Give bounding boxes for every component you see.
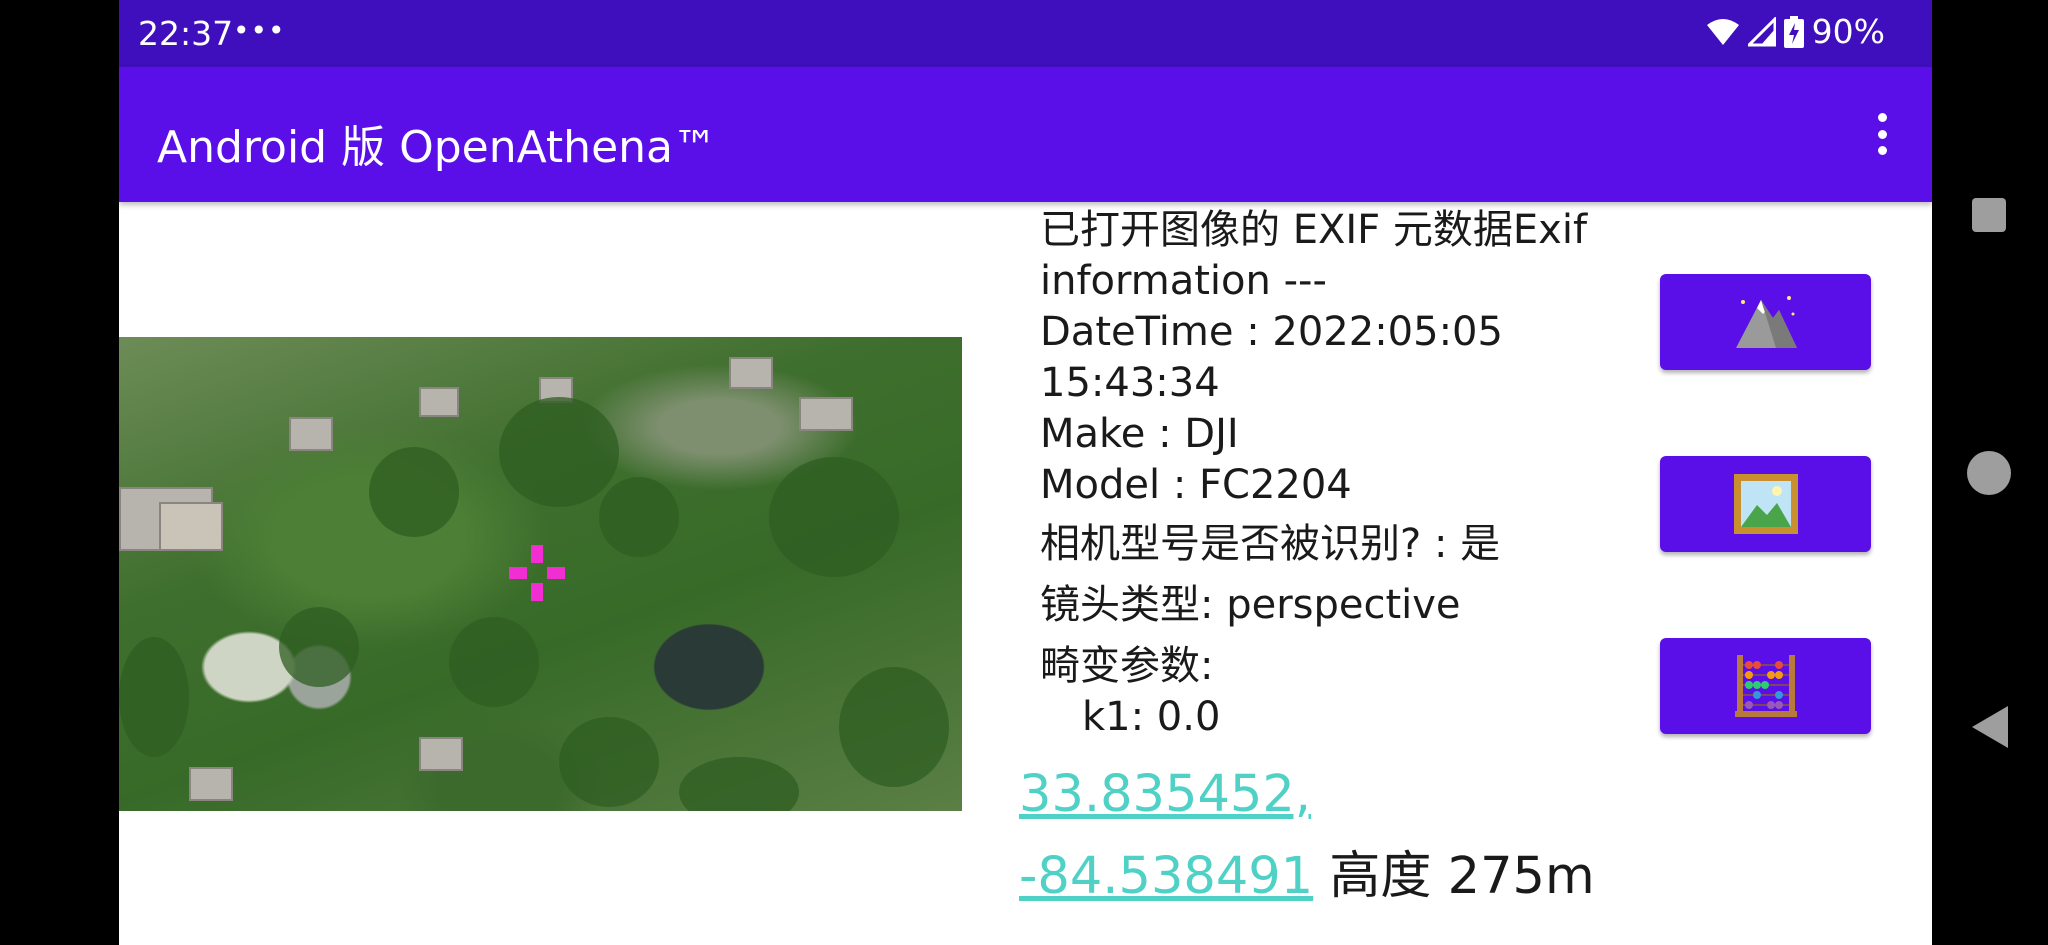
elevation-model-button[interactable] [1660, 274, 1871, 370]
calculate-button[interactable] [1660, 638, 1871, 734]
cell-signal-icon [1747, 16, 1776, 46]
status-icons: 90% [1706, 12, 1885, 51]
mountain-icon [1735, 296, 1797, 348]
app-title: Android 版 OpenAthena™ [157, 122, 717, 173]
app-bar: Android 版 OpenAthena™ [119, 67, 1932, 202]
house [729, 357, 773, 389]
house [799, 397, 853, 431]
distortion-label: 畸变参数: [1040, 643, 1214, 689]
exif-header: 已打开图像的 EXIF 元数据Exif information --- [1040, 207, 1588, 304]
tree [279, 607, 359, 687]
recents-icon[interactable] [1972, 198, 2006, 232]
exif-model: Model : FC2204 [1040, 462, 1352, 508]
tree [559, 717, 659, 807]
lens-type: 镜头类型: perspective [1040, 582, 1461, 628]
latitude-link[interactable]: 33.835452, [1019, 765, 1311, 824]
camera-recognized: 相机型号是否被识别? : 是 [1040, 521, 1501, 567]
altitude-text: 高度 275m [1329, 847, 1595, 906]
home-icon[interactable] [1967, 451, 2011, 495]
wifi-icon [1706, 18, 1739, 45]
framed-picture-icon [1733, 474, 1798, 534]
tree [369, 447, 459, 537]
tree [839, 667, 949, 787]
tree [119, 637, 189, 757]
house [189, 767, 233, 801]
target-crosshair [509, 545, 565, 601]
house [419, 387, 459, 417]
tree [499, 397, 619, 507]
tree [679, 757, 799, 811]
house [289, 417, 333, 451]
status-time: 22:37 [138, 14, 234, 53]
tree [449, 617, 539, 707]
system-nav-bar [1932, 0, 2048, 945]
battery-percent: 90% [1811, 12, 1885, 51]
longitude-link[interactable]: -84.538491 [1019, 847, 1313, 906]
exif-make: Make : DJI [1040, 411, 1239, 457]
app-screen: 22:37 ••• 90% Android 版 OpenAthena™ 已打开图… [119, 0, 1932, 945]
status-bar: 22:37 ••• 90% [119, 0, 1932, 67]
abacus-icon [1734, 655, 1797, 717]
house [419, 737, 463, 771]
exif-info: 已打开图像的 EXIF 元数据Exif information --- Date… [1040, 205, 1620, 743]
back-icon[interactable] [1972, 706, 2008, 748]
distortion-k1: k1: 0.0 [1082, 694, 1221, 740]
notification-dots-icon: ••• [233, 14, 286, 47]
battery-charging-icon [1783, 15, 1804, 48]
coordinates-result: 33.835452, -84.538491 高度 275m [1019, 754, 1595, 918]
tree [769, 457, 899, 577]
exif-datetime: DateTime : 2022:05:05 15:43:34 [1040, 309, 1503, 406]
tree [599, 477, 679, 557]
more-vert-icon[interactable] [1862, 107, 1902, 161]
select-image-button[interactable] [1660, 456, 1871, 552]
house [159, 502, 223, 551]
